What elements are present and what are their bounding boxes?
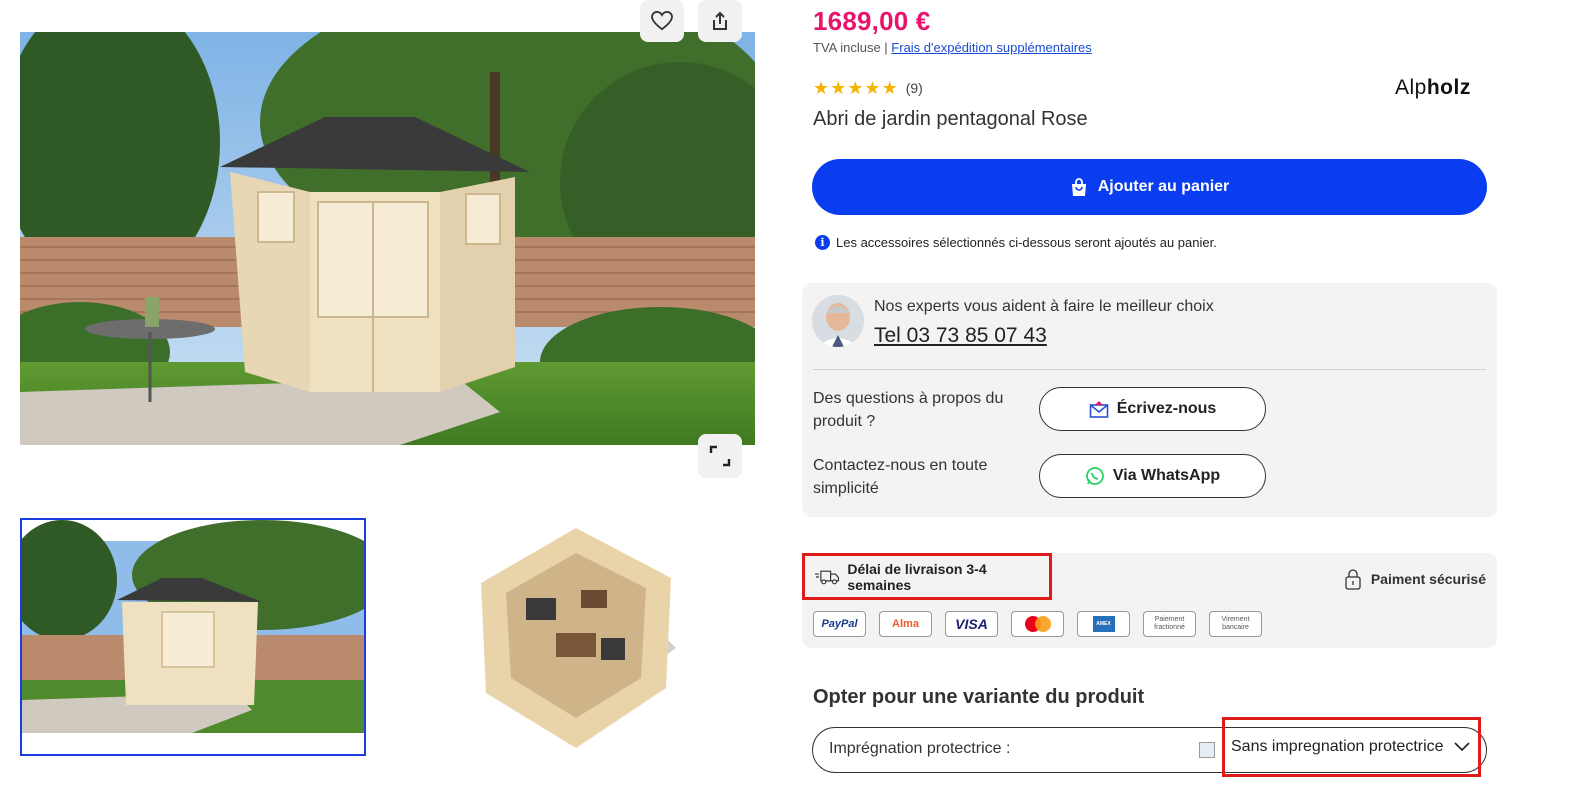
share-icon: [713, 11, 727, 30]
add-to-cart-label: Ajouter au panier: [1097, 178, 1230, 195]
whatsapp-icon: [1085, 467, 1104, 485]
star-icon: ★: [864, 78, 881, 98]
whatsapp-label: Via WhatsApp: [1112, 467, 1221, 484]
product-price: 1689,00 €: [813, 6, 931, 36]
product-title: Abri de jardin pentagonal Rose: [813, 108, 1088, 130]
expert-avatar: [812, 295, 864, 347]
cart-info-text: Les accessoires sélectionnés ci-dessous …: [836, 235, 1217, 250]
brand-logo[interactable]: Alpholz: [1395, 76, 1471, 100]
truck-icon: [815, 570, 839, 584]
secure-payment-text: Paiment sécurisé: [1370, 571, 1486, 587]
expand-image-button[interactable]: [698, 434, 742, 478]
rating[interactable]: ★ ★ ★ ★ ★ (9): [813, 79, 923, 97]
variant-selected-text: Sans impregnation protectrice: [1231, 738, 1444, 755]
review-count[interactable]: (9): [906, 80, 923, 96]
variant-selected-value[interactable]: Sans impregnation protectrice: [1222, 717, 1481, 777]
write-us-button[interactable]: Écrivez-nous: [1039, 387, 1266, 431]
product-main-image[interactable]: [20, 32, 755, 445]
divider: [813, 369, 1486, 370]
cart-info: i Les accessoires sélectionnés ci-dessou…: [815, 235, 1217, 250]
variant-section-title: Opter pour une variante du produit: [813, 686, 1145, 708]
paypal-logo: PayPal: [813, 611, 866, 637]
expert-contact-panel: Nos experts vous aident à faire le meill…: [802, 283, 1497, 517]
vat-info: TVA incluse | Frais d'expédition supplém…: [813, 40, 1092, 55]
amex-logo: AMEX: [1077, 611, 1130, 637]
visa-logo: VISA: [945, 611, 998, 637]
vat-text: TVA incluse |: [813, 40, 888, 55]
expert-headline: Nos experts vous aident à faire le meill…: [874, 298, 1214, 315]
alma-logo: Alma: [879, 611, 932, 637]
star-icon: ★: [813, 78, 830, 98]
thumbnail-2[interactable]: [416, 518, 756, 756]
mail-icon: [1089, 401, 1109, 418]
mastercard-logo: [1011, 611, 1064, 637]
expand-icon: [709, 445, 731, 467]
secure-payment: Paiment sécurisé: [1345, 568, 1486, 590]
star-icon: ★: [881, 78, 898, 98]
delivery-delay-text: Délai de livraison 3-4 semaines: [847, 560, 987, 593]
variant-field-label: Imprégnation protectrice :: [829, 740, 1011, 757]
delivery-delay: Délai de livraison 3-4 semaines: [802, 553, 1052, 600]
star-icon: ★: [847, 78, 864, 98]
info-icon: i: [815, 235, 830, 250]
favorite-button[interactable]: [640, 0, 684, 42]
share-button[interactable]: [698, 0, 742, 42]
lock-icon: [1345, 569, 1361, 590]
whatsapp-button[interactable]: Via WhatsApp: [1039, 454, 1266, 498]
question-text-2: Contactez-nous en toute simplicité: [813, 457, 988, 497]
payment-methods: PayPal Alma VISA AMEX Paiement fractionn…: [813, 611, 1262, 637]
shopping-bag-icon: [1071, 177, 1086, 196]
bank-transfer-logo: Virement bancaire: [1209, 611, 1262, 637]
delivery-payment-panel: Délai de livraison 3-4 semaines Paiment …: [802, 553, 1497, 648]
star-icon: ★: [830, 78, 847, 98]
shipping-link[interactable]: Frais d'expédition supplémentaires: [891, 40, 1091, 55]
expert-phone-link[interactable]: Tel 03 73 85 07 43: [874, 324, 1047, 348]
split-payment-logo: Paiement fractionné: [1143, 611, 1196, 637]
add-to-cart-button[interactable]: Ajouter au panier: [812, 159, 1487, 215]
question-text-1: Des questions à propos du produit ?: [813, 390, 1004, 430]
thumbnail-1[interactable]: [20, 518, 366, 756]
write-us-label: Écrivez-nous: [1116, 400, 1217, 417]
heart-icon: [651, 11, 673, 31]
chevron-down-icon: [1453, 742, 1470, 752]
variant-thumbnail-icon: [1199, 742, 1215, 758]
